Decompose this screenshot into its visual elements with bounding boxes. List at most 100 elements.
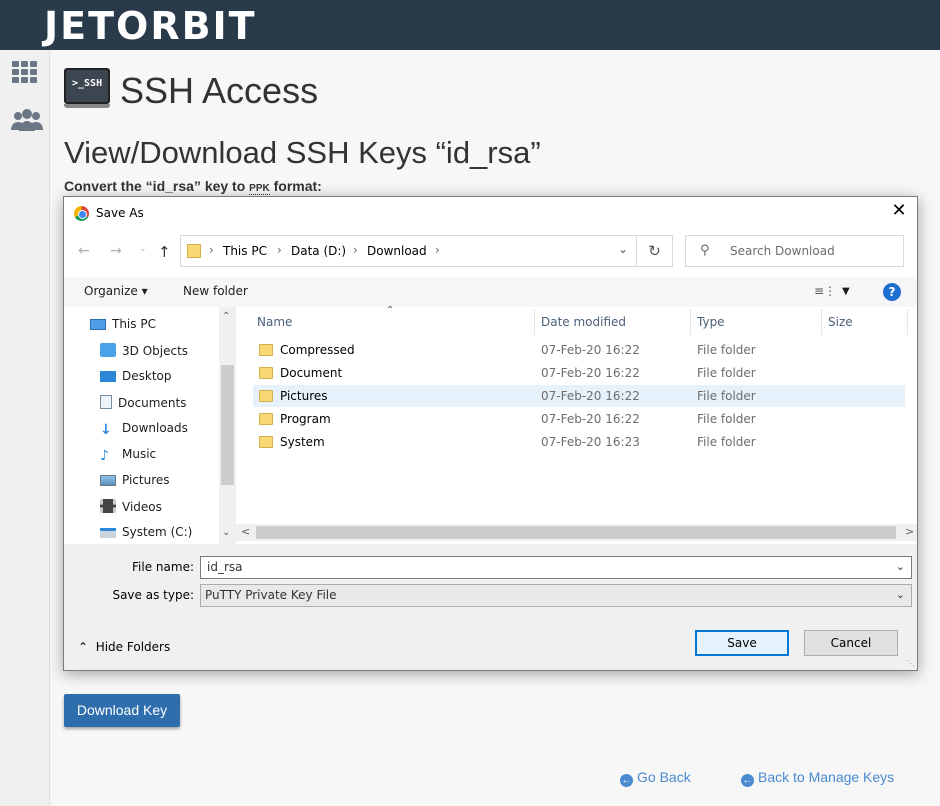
cancel-button[interactable]: Cancel [804, 630, 898, 656]
breadcrumb-this-pc[interactable]: This PC [223, 244, 267, 258]
scroll-up-icon[interactable]: ⌃ [222, 311, 230, 322]
search-icon: ⚲ [700, 243, 710, 258]
file-type: File folder [697, 435, 756, 449]
file-type: File folder [697, 343, 756, 357]
scroll-down-icon[interactable]: ⌄ [222, 527, 230, 538]
sidebar [0, 50, 50, 806]
file-name-value: id_rsa [207, 560, 243, 574]
tree-item-system-c[interactable]: System (C:) [100, 525, 192, 539]
top-bar: JETORBIT [0, 0, 940, 50]
organize-menu[interactable]: Organize ▾ [84, 284, 148, 298]
convert-label: Convert the “id_rsa” key to PPK format: [64, 178, 322, 195]
chevron-down-icon[interactable]: ⌄ [618, 242, 628, 256]
scrollbar-thumb[interactable] [256, 526, 896, 539]
dialog-title: Save As [96, 206, 144, 220]
file-date: 07-Feb-20 16:22 [541, 389, 640, 403]
file-row[interactable]: Document 07-Feb-20 16:22 File folder [253, 362, 905, 384]
page-title: SSH Access [120, 70, 319, 111]
file-name: Document [280, 366, 343, 380]
arrow-left-circle-icon: ← [620, 774, 633, 787]
tree-label: This PC [112, 317, 156, 331]
chevron-up-icon: ⌃ [78, 640, 89, 654]
up-arrow-icon[interactable]: ↑ [158, 243, 171, 261]
go-back-link[interactable]: ← Go Back [620, 769, 691, 787]
go-back-label: Go Back [637, 769, 691, 785]
recent-chevron-icon[interactable]: ⌄ [139, 244, 147, 254]
chrome-icon [74, 206, 89, 221]
logo[interactable]: JETORBIT [44, 4, 257, 48]
back-arrow-icon[interactable]: ← [78, 243, 90, 259]
address-bar[interactable]: › This PC › Data (D:) › Download › ⌄ [180, 235, 637, 267]
tree-item-3d-objects[interactable]: 3D Objects [100, 343, 188, 358]
save-as-type-select[interactable]: PuTTY Private Key File ⌄ [200, 584, 912, 607]
apps-grid-icon[interactable] [10, 60, 42, 90]
view-dropdown-icon[interactable]: ▼ [842, 286, 850, 297]
search-placeholder: Search Download [730, 244, 835, 258]
new-folder-button[interactable]: New folder [183, 284, 248, 298]
ssh-badge-label: >_SSH [72, 78, 103, 89]
view-options-icon[interactable]: ≡⋮ [814, 284, 836, 298]
hide-folders-toggle[interactable]: ⌃ Hide Folders [78, 640, 170, 654]
column-header-size[interactable]: Size [828, 315, 853, 329]
file-row[interactable]: System 07-Feb-20 16:23 File folder [253, 431, 905, 453]
file-date: 07-Feb-20 16:23 [541, 435, 640, 449]
file-name-input[interactable]: id_rsa ⌄ [200, 556, 912, 579]
breadcrumb-data-d[interactable]: Data (D:) [291, 244, 346, 258]
column-divider [690, 309, 691, 335]
tree-label: Downloads [122, 421, 188, 435]
breadcrumb-download[interactable]: Download [367, 244, 427, 258]
music-note-icon: ♪ [100, 448, 109, 464]
convert-suffix: format: [269, 178, 322, 194]
close-icon[interactable]: ✕ [889, 200, 909, 221]
file-row-selected[interactable]: Pictures 07-Feb-20 16:22 File folder [253, 385, 905, 407]
tree-item-documents[interactable]: Documents [100, 395, 186, 410]
tree-label: Documents [118, 396, 187, 410]
tree-item-this-pc[interactable]: This PC [90, 317, 156, 331]
save-as-type-value: PuTTY Private Key File [205, 588, 337, 602]
chevron-right-icon: › [353, 243, 358, 257]
scroll-right-icon[interactable]: > [905, 525, 914, 538]
tree-item-music[interactable]: ♪ Music [100, 447, 156, 464]
save-as-dialog: Save As ✕ ← → ⌄ ↑ › This PC › Data (D:) … [63, 196, 918, 671]
search-input[interactable]: ⚲ Search Download [685, 235, 904, 267]
folder-icon [259, 367, 273, 379]
forward-arrow-icon[interactable]: → [110, 243, 122, 259]
tree-item-pictures[interactable]: Pictures [100, 473, 170, 487]
horizontal-scrollbar[interactable]: < > [236, 524, 917, 541]
computer-icon [90, 319, 106, 330]
download-key-button[interactable]: Download Key [64, 694, 180, 727]
folder-tree: This PC 3D Objects Desktop Documents ↓ Do… [64, 307, 219, 544]
file-row[interactable]: Program 07-Feb-20 16:22 File folder [253, 408, 905, 430]
sort-up-icon: ⌃ [386, 305, 395, 316]
file-name: System [280, 435, 325, 449]
file-date: 07-Feb-20 16:22 [541, 366, 640, 380]
tree-label: 3D Objects [122, 344, 189, 358]
chevron-right-icon: › [209, 243, 214, 257]
tree-item-desktop[interactable]: Desktop [100, 369, 172, 383]
save-button[interactable]: Save [695, 630, 789, 656]
scrollbar-thumb[interactable] [221, 365, 234, 485]
column-header-name[interactable]: Name [257, 315, 292, 329]
cube-icon [100, 343, 116, 357]
scroll-left-icon[interactable]: < [241, 525, 250, 538]
resize-grip-icon[interactable]: ⋱ [907, 659, 915, 668]
drive-icon [100, 528, 116, 538]
file-date: 07-Feb-20 16:22 [541, 343, 640, 357]
back-to-manage-keys-link[interactable]: ← Back to Manage Keys [741, 769, 894, 787]
file-row[interactable]: Compressed 07-Feb-20 16:22 File folder [253, 339, 905, 361]
chevron-down-icon[interactable]: ⌄ [896, 560, 905, 573]
chevron-right-icon: › [435, 243, 440, 257]
users-icon[interactable] [10, 108, 43, 138]
tree-scrollbar[interactable]: ⌃ ⌄ [219, 307, 236, 544]
chevron-right-icon: › [277, 243, 282, 257]
refresh-icon[interactable]: ↻ [637, 235, 673, 267]
file-name: Compressed [280, 343, 355, 357]
tree-item-downloads[interactable]: ↓ Downloads [100, 421, 188, 438]
column-header-type[interactable]: Type [697, 315, 725, 329]
file-type: File folder [697, 412, 756, 426]
organize-label: Organize [84, 284, 138, 298]
tree-item-videos[interactable]: Videos [100, 499, 162, 514]
help-icon[interactable]: ? [883, 283, 901, 301]
column-header-date[interactable]: Date modified [541, 315, 626, 329]
download-arrow-icon: ↓ [100, 422, 112, 438]
